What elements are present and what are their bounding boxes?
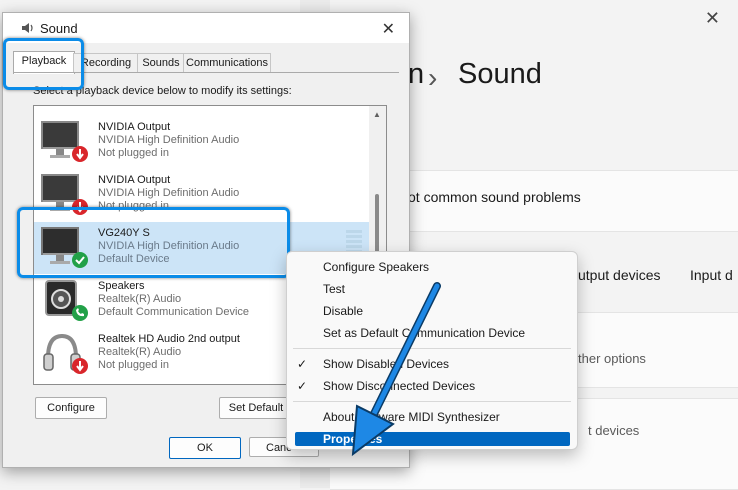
device-driver: NVIDIA High Definition Audio bbox=[98, 134, 240, 146]
tab-communications[interactable]: Communications bbox=[183, 53, 271, 72]
scroll-up-arrow-icon[interactable]: ▲ bbox=[373, 110, 381, 119]
selected-device-highlight-frame bbox=[17, 207, 290, 278]
dialog-close-icon[interactable]: ✕ bbox=[382, 19, 395, 39]
tab-output-devices[interactable]: utput devices bbox=[578, 267, 661, 283]
devices-text: t devices bbox=[588, 423, 640, 438]
device-status: Not plugged in bbox=[98, 147, 169, 159]
checkmark-icon: ✓ bbox=[297, 357, 308, 371]
device-name: Realtek HD Audio 2nd output bbox=[98, 333, 240, 345]
speaker-icon bbox=[45, 280, 88, 321]
configure-button[interactable]: Configure bbox=[35, 397, 107, 419]
breadcrumb-fragment[interactable]: n bbox=[408, 58, 424, 91]
page-title: Sound bbox=[458, 58, 542, 90]
dialog-title: Sound bbox=[40, 21, 78, 36]
device-status: Not plugged in bbox=[98, 359, 169, 371]
menu-item-configure-speakers[interactable]: Configure Speakers bbox=[323, 260, 429, 274]
troubleshoot-text: ot common sound problems bbox=[408, 189, 581, 205]
tab-sounds[interactable]: Sounds bbox=[137, 53, 185, 72]
device-name: NVIDIA Output bbox=[98, 174, 171, 186]
annotation-arrow-icon bbox=[351, 282, 441, 457]
device-driver: Realtek(R) Audio bbox=[98, 346, 182, 358]
set-default-button[interactable]: Set Default bbox=[219, 397, 293, 419]
headphones-icon bbox=[43, 333, 88, 374]
phone-badge-icon bbox=[72, 305, 88, 321]
breadcrumb-chevron-icon: › bbox=[428, 62, 438, 93]
list-item-device[interactable]: NVIDIA Output NVIDIA High Definition Aud… bbox=[34, 116, 369, 168]
device-driver: Realtek(R) Audio bbox=[98, 293, 182, 305]
device-driver: NVIDIA High Definition Audio bbox=[98, 187, 240, 199]
ok-button[interactable]: OK bbox=[169, 437, 241, 459]
checkmark-icon: ✓ bbox=[297, 379, 308, 393]
settings-close-icon[interactable]: ✕ bbox=[705, 8, 720, 29]
monitor-icon bbox=[41, 121, 88, 162]
device-status: Default Communication Device bbox=[98, 306, 250, 318]
device-name: NVIDIA Output bbox=[98, 121, 171, 133]
other-options-text: ther options bbox=[578, 351, 646, 366]
device-name: Speakers bbox=[98, 280, 145, 292]
tab-input-devices[interactable]: Input d bbox=[690, 267, 733, 283]
menu-item-test[interactable]: Test bbox=[323, 282, 345, 296]
speaker-title-icon bbox=[22, 23, 33, 33]
playback-tab-highlight-frame bbox=[3, 38, 84, 90]
